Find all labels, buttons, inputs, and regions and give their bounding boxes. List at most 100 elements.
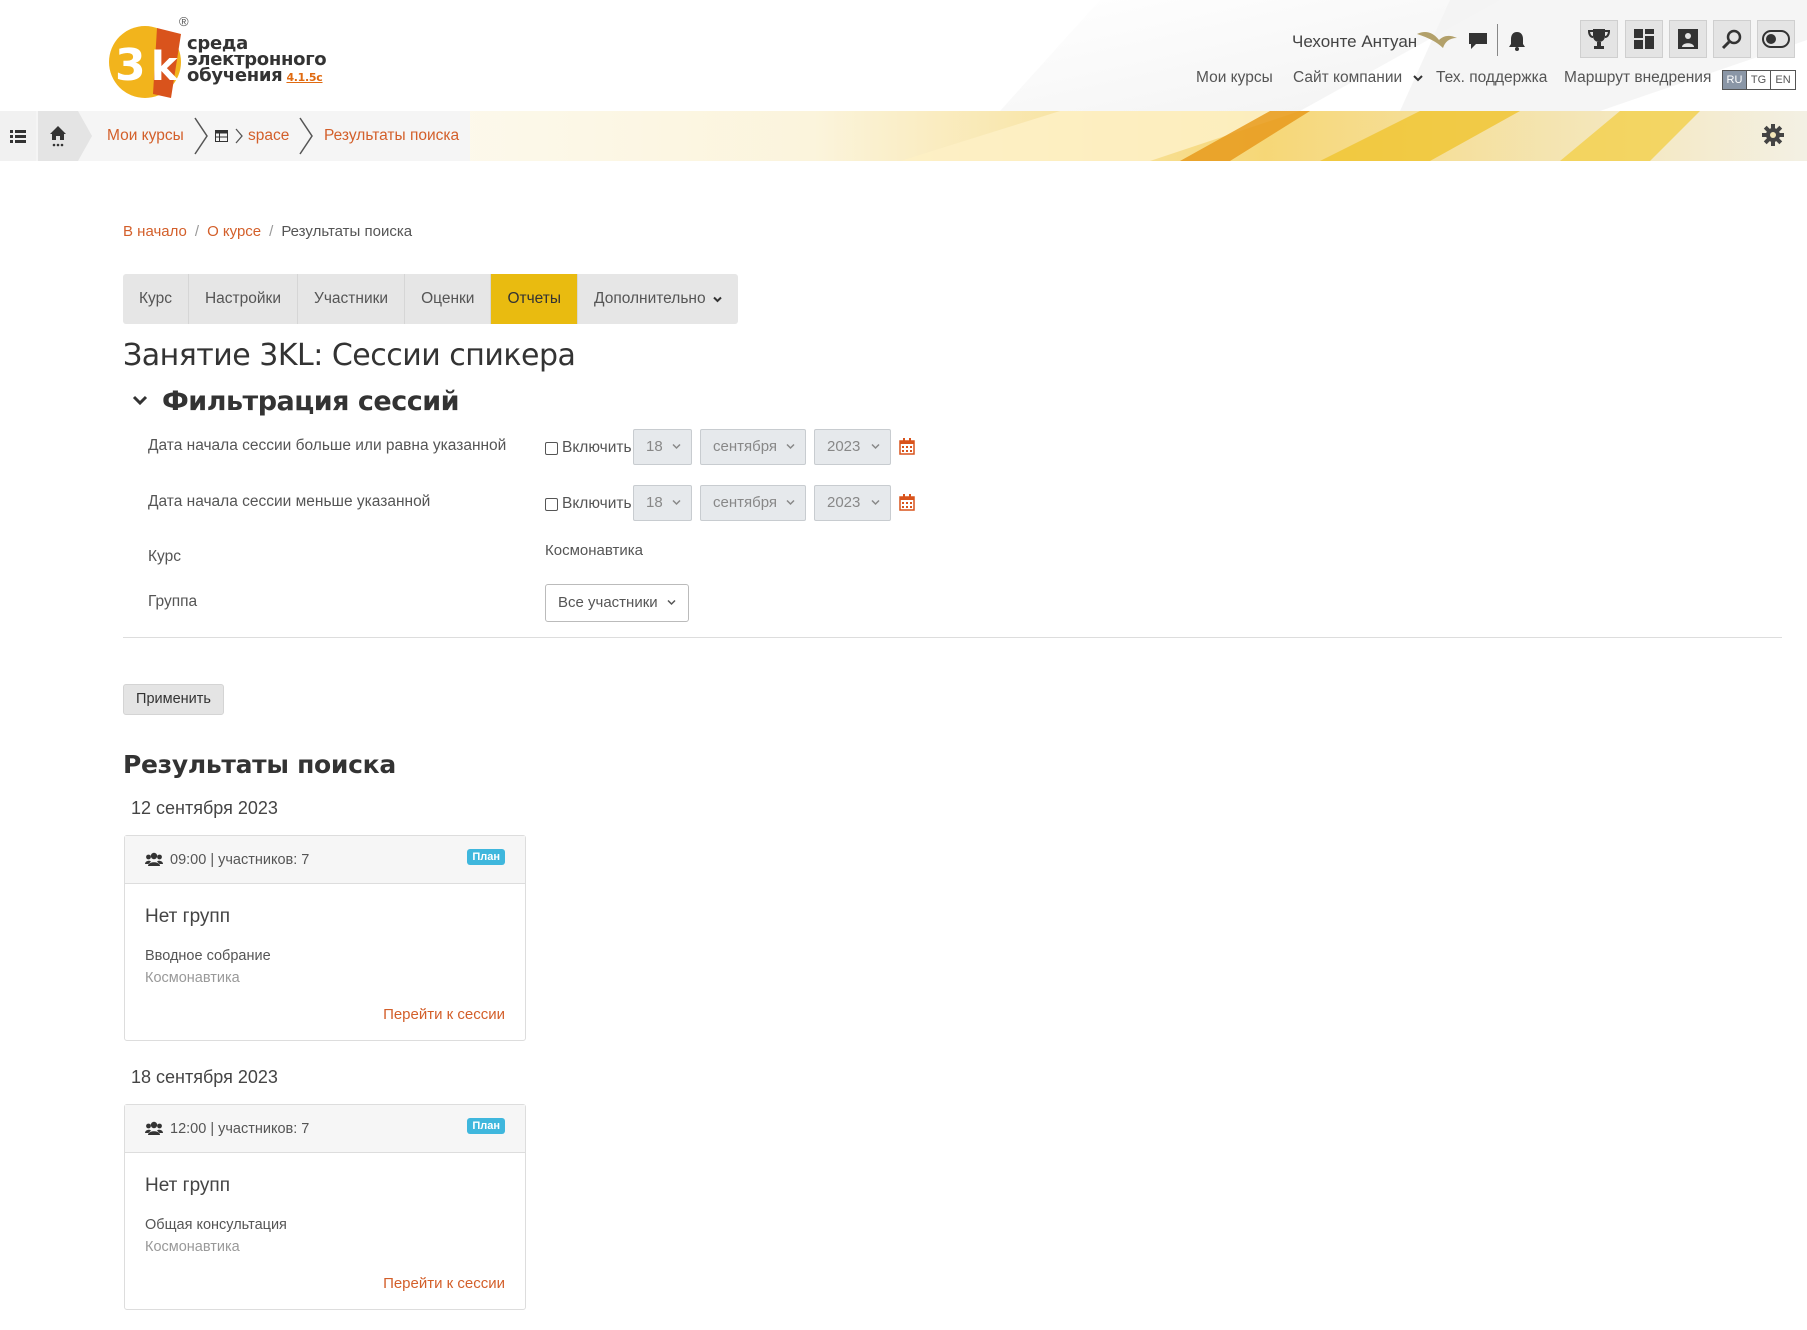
dashboard-icon[interactable] (1625, 20, 1663, 58)
toggle-icon[interactable] (1757, 20, 1795, 58)
checkbox-box[interactable] (545, 497, 558, 511)
tab-course[interactable]: Курс (123, 274, 189, 324)
chevron-down-icon (713, 296, 722, 303)
results-title: Результаты поиска (123, 750, 396, 779)
user-name[interactable]: Чехонте Антуан (1292, 32, 1417, 52)
chevron-down-icon (871, 499, 880, 506)
chevron-down-icon (1412, 75, 1423, 82)
date-from-day-select[interactable]: 18 (633, 429, 692, 465)
date-from-year-select[interactable]: 2023 (814, 429, 891, 465)
session-group-title: Нет групп (145, 906, 230, 927)
tab-grades[interactable]: Оценки (405, 274, 492, 324)
date-from-enable-checkbox[interactable]: Включить (545, 439, 632, 457)
calendar-icon[interactable] (899, 438, 915, 455)
nav-company-site[interactable]: Сайт компании (1293, 69, 1423, 87)
go-to-session-link[interactable]: Перейти к сессии (383, 1275, 505, 1292)
header-divider (1497, 24, 1498, 56)
logo-text: среда электронного обучения 4.1.5c (187, 33, 327, 86)
registered-mark: ® (179, 14, 189, 29)
session-card: 09:00 | участников: 7 План Нет групп Вво… (124, 835, 526, 1041)
users-icon (145, 852, 163, 866)
bell-icon[interactable] (1504, 28, 1530, 54)
users-icon (145, 1121, 163, 1135)
lang-ru[interactable]: RU (1723, 71, 1747, 89)
checkbox-box[interactable] (545, 441, 558, 455)
date-from-label: Дата начала сессии больше или равна указ… (148, 437, 507, 454)
session-date-heading: 12 сентября 2023 (131, 798, 278, 818)
breadcrumb: В начало / О курсе / Результаты поиска (123, 223, 412, 240)
nav-route[interactable]: Маршрут внедрения (1564, 69, 1711, 87)
drawer-toggle-icon[interactable] (0, 111, 36, 161)
chevron-down-icon (667, 599, 676, 606)
crumb-chevron-icon (235, 128, 243, 144)
course-value: Космонавтика (545, 542, 643, 559)
tab-more[interactable]: Дополнительно (578, 274, 738, 324)
go-to-session-link[interactable]: Перейти к сессии (383, 1006, 505, 1023)
chevron-down-icon (786, 443, 795, 450)
crumb-current[interactable]: Результаты поиска (324, 127, 459, 145)
session-date-heading: 18 сентября 2023 (131, 1067, 278, 1087)
session-card-header: 09:00 | участников: 7 План (125, 836, 525, 884)
home-icon[interactable] (38, 111, 78, 161)
breadcrumb-separator: / (269, 223, 274, 240)
lang-tg[interactable]: TG (1747, 71, 1771, 89)
version-label: 4.1.5c (286, 71, 323, 84)
calendar-icon[interactable] (899, 494, 915, 511)
page-header: 3 k ® среда электронного обучения 4.1.5c … (0, 0, 1807, 161)
breadcrumb-about[interactable]: О курсе (207, 223, 261, 240)
apply-button[interactable]: Применить (123, 684, 224, 715)
course-tabs: Курс Настройки Участники Оценки Отчеты Д… (123, 274, 738, 324)
svg-text:k: k (151, 44, 179, 90)
crumb-course[interactable]: space (248, 127, 289, 145)
date-to-year-select[interactable]: 2023 (814, 485, 891, 521)
date-to-month-select[interactable]: сентября (700, 485, 806, 521)
date-to-enable-checkbox[interactable]: Включить (545, 495, 632, 513)
session-course: Космонавтика (145, 1239, 240, 1255)
lang-en[interactable]: EN (1771, 71, 1795, 89)
logo-mark: 3 k (109, 26, 181, 98)
language-switcher: RU TG EN (1722, 70, 1796, 90)
message-icon[interactable] (1465, 28, 1491, 54)
course-label: Курс (148, 548, 181, 565)
tab-reports[interactable]: Отчеты (491, 274, 579, 324)
trophy-icon[interactable] (1580, 20, 1618, 58)
portfolio-icon[interactable] (1669, 20, 1707, 58)
date-to-label: Дата начала сессии меньше указанной (148, 493, 431, 510)
search-icon[interactable] (1713, 20, 1751, 58)
crumb-my-courses[interactable]: Мои курсы (107, 127, 184, 145)
gear-icon[interactable] (1762, 124, 1784, 146)
crumb-chevron-icon (299, 117, 313, 155)
table-icon (215, 130, 228, 142)
session-time: 12:00 | участников: 7 (170, 1121, 310, 1137)
divider (123, 637, 1782, 638)
status-badge: План (467, 1118, 505, 1134)
status-badge: План (467, 849, 505, 865)
group-select[interactable]: Все участники (545, 584, 689, 622)
collapse-chevron-icon[interactable] (132, 394, 148, 406)
filter-title[interactable]: Фильтрация сессий (162, 386, 460, 417)
session-card: 12:00 | участников: 7 План Нет групп Общ… (124, 1104, 526, 1310)
session-course: Космонавтика (145, 970, 240, 986)
breadcrumb-separator: / (194, 223, 200, 240)
tab-participants[interactable]: Участники (298, 274, 406, 324)
tab-settings[interactable]: Настройки (189, 274, 298, 324)
date-from-month-select[interactable]: сентября (700, 429, 806, 465)
page-title: Занятие 3KL: Сессии спикера (123, 338, 576, 373)
crumb-chevron-icon (194, 117, 208, 155)
chevron-down-icon (786, 499, 795, 506)
svg-text:3: 3 (115, 40, 146, 91)
user-avatar-icon[interactable] (1415, 28, 1459, 54)
group-label: Группа (148, 593, 198, 610)
breadcrumb-home[interactable]: В начало (123, 223, 187, 240)
session-card-header: 12:00 | участников: 7 План (125, 1105, 525, 1153)
date-to-day-select[interactable]: 18 (633, 485, 692, 521)
chevron-down-icon (871, 443, 880, 450)
chevron-down-icon (672, 443, 681, 450)
session-name: Общая консультация (145, 1217, 287, 1233)
nav-my-courses[interactable]: Мои курсы (1196, 69, 1273, 87)
logo[interactable]: 3 k ® среда электронного обучения 4.1.5c (105, 14, 327, 102)
session-time: 09:00 | участников: 7 (170, 852, 310, 868)
crumb-arrow (78, 111, 92, 161)
nav-support[interactable]: Тех. поддержка (1436, 69, 1547, 87)
chevron-down-icon (672, 499, 681, 506)
